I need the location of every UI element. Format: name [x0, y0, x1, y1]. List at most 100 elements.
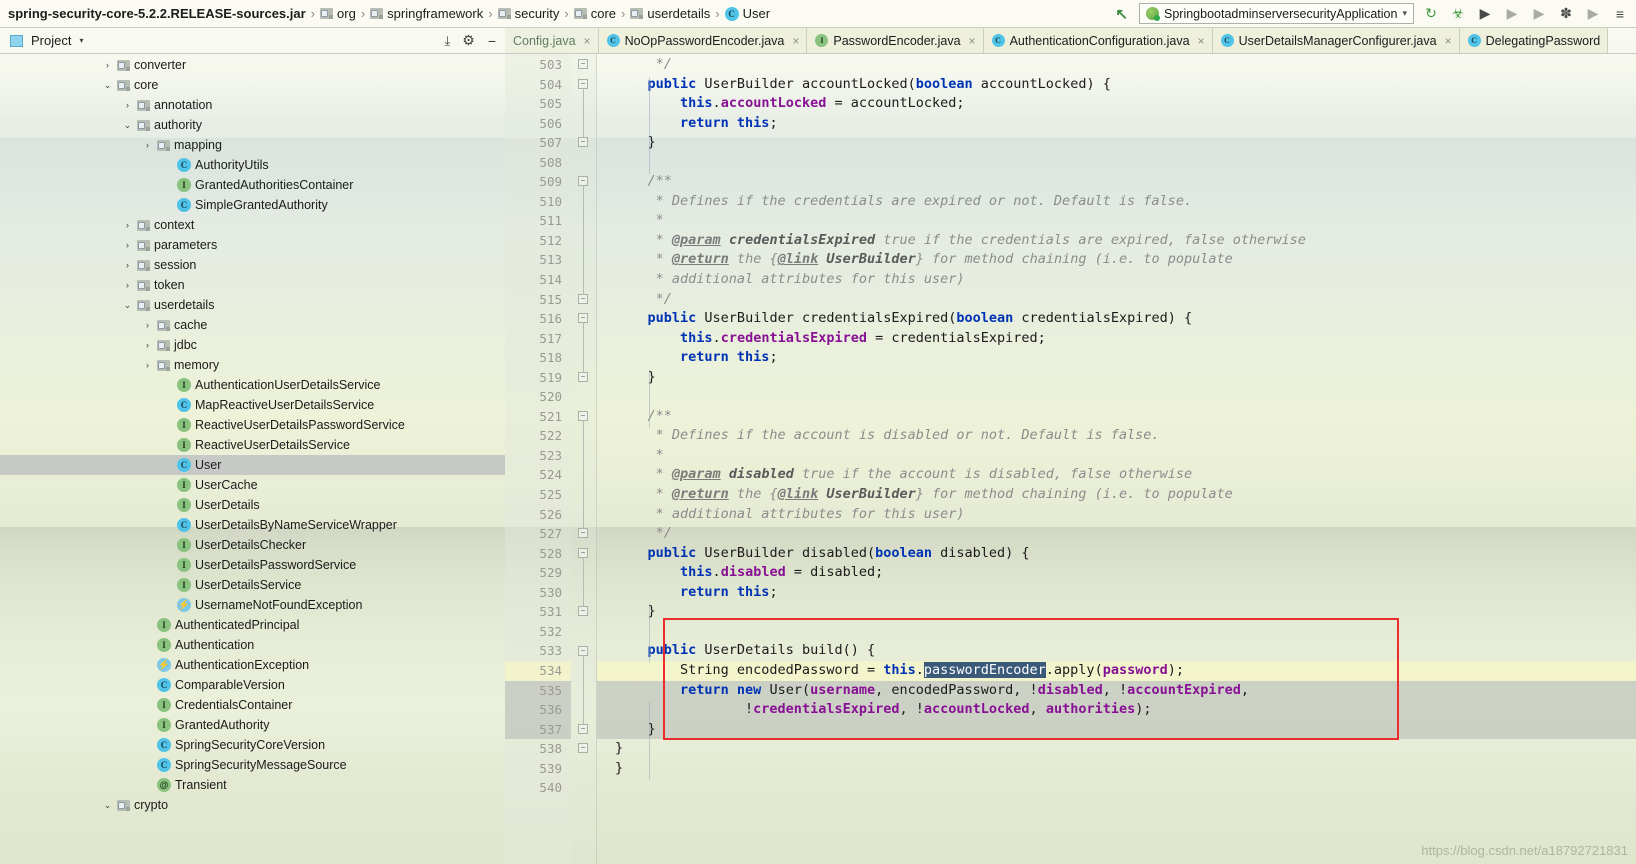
code-line[interactable]: !credentialsExpired, !accountLocked, aut…	[597, 700, 1636, 720]
tree-item[interactable]: ⌄ userdetails	[0, 295, 505, 315]
editor-tab-nooppasswordencoder[interactable]: C NoOpPasswordEncoder.java ×	[598, 28, 808, 53]
tree-item[interactable]: ⌄ authority	[0, 115, 505, 135]
code-line[interactable]: * additional attributes for this user)	[597, 505, 1636, 525]
chevron-right-icon[interactable]: ›	[142, 320, 153, 330]
run-configuration-selector[interactable]: SpringbootadminserversecurityApplication…	[1139, 3, 1414, 24]
breadcrumb-item-org[interactable]: org	[320, 6, 356, 21]
chevron-down-icon[interactable]: ⌄	[122, 120, 133, 131]
code-line[interactable]	[597, 778, 1636, 798]
fold-end-icon[interactable]: −	[578, 528, 588, 539]
tree-item[interactable]: ›⚡AuthenticationException	[0, 655, 505, 675]
code-line[interactable]: * Defines if the account is disabled or …	[597, 426, 1636, 446]
chevron-right-icon[interactable]: ›	[122, 260, 133, 270]
code-line[interactable]: this.accountLocked = accountLocked;	[597, 94, 1636, 114]
tree-item[interactable]: ›CSpringSecurityCoreVersion	[0, 735, 505, 755]
run-with-coverage-icon[interactable]: ▶	[1475, 4, 1495, 24]
code-line[interactable]: public UserDetails build() {	[597, 641, 1636, 661]
code-line[interactable]: }	[597, 739, 1636, 759]
chevron-down-icon[interactable]: ▾	[1402, 8, 1407, 19]
editor-tab-passwordencoder[interactable]: I PasswordEncoder.java ×	[807, 28, 984, 53]
code-line[interactable]: * @return the {@link UserBuilder} for me…	[597, 250, 1636, 270]
tree-item[interactable]: ⌄ crypto	[0, 795, 505, 815]
code-line[interactable]: }	[597, 759, 1636, 779]
fold-end-icon[interactable]: −	[578, 723, 588, 734]
tree-item[interactable]: › context	[0, 215, 505, 235]
editor-tab-authenticationconfiguration[interactable]: C AuthenticationConfiguration.java ×	[983, 28, 1213, 53]
fold-end-icon[interactable]: −	[578, 137, 588, 148]
tree-item[interactable]: ›IReactiveUserDetailsService	[0, 435, 505, 455]
tree-item[interactable]: › memory	[0, 355, 505, 375]
code-line[interactable]: * Defines if the credentials are expired…	[597, 192, 1636, 212]
tree-item[interactable]: ›IGrantedAuthority	[0, 715, 505, 735]
tree-item[interactable]: › jdbc	[0, 335, 505, 355]
code-line[interactable]: *	[597, 446, 1636, 466]
chevron-down-icon[interactable]: ⌄	[122, 300, 133, 311]
tree-item-selected[interactable]: ›CUser	[0, 455, 505, 475]
code-line[interactable]: * @param disabled true if the account is…	[597, 465, 1636, 485]
breadcrumb-item-user[interactable]: C User	[724, 6, 770, 21]
tree-item[interactable]: ›IUserDetailsService	[0, 575, 505, 595]
code-line[interactable]: this.credentialsExpired = credentialsExp…	[597, 329, 1636, 349]
code-line[interactable]: public UserBuilder disabled(boolean disa…	[597, 544, 1636, 564]
fold-end-icon[interactable]: −	[578, 59, 588, 69]
tree-item[interactable]: › parameters	[0, 235, 505, 255]
code-line[interactable]: */	[597, 524, 1636, 544]
debug-bug-icon[interactable]: ☣	[1448, 4, 1468, 24]
close-icon[interactable]: ×	[792, 34, 799, 48]
rerun-icon[interactable]: ↻	[1421, 4, 1441, 24]
code-line[interactable]: return this;	[597, 348, 1636, 368]
tree-item[interactable]: ›IUserDetailsChecker	[0, 535, 505, 555]
hide-panel-icon[interactable]: −	[488, 33, 496, 49]
chevron-down-icon[interactable]: ⌄	[102, 800, 113, 811]
tree-item[interactable]: ›⚡UsernameNotFoundException	[0, 595, 505, 615]
code-line[interactable]: this.disabled = disabled;	[597, 563, 1636, 583]
code-line[interactable]: public UserBuilder accountLocked(boolean…	[597, 75, 1636, 95]
more-options-icon[interactable]: ≡	[1610, 4, 1630, 24]
code-line[interactable]	[597, 387, 1636, 407]
source-code-area[interactable]: */ public UserBuilder accountLocked(bool…	[597, 54, 1636, 864]
close-icon[interactable]: ×	[969, 34, 976, 48]
code-line[interactable]: /**	[597, 172, 1636, 192]
code-line[interactable]: public UserBuilder credentialsExpired(bo…	[597, 309, 1636, 329]
tree-item[interactable]: ›ICredentialsContainer	[0, 695, 505, 715]
tree-item[interactable]: ›IGrantedAuthoritiesContainer	[0, 175, 505, 195]
code-line[interactable]	[597, 622, 1636, 642]
code-editor[interactable]: 503 504 505 506 507 508 509 510 511 512 513 514 515 5…	[505, 54, 1636, 864]
tree-item[interactable]: › converter	[0, 55, 505, 75]
breadcrumb-item-springframework[interactable]: springframework	[370, 6, 483, 21]
profile-icon[interactable]: ▶	[1502, 4, 1522, 24]
code-folding-gutter[interactable]: − − − − − − − − − − − − − −	[571, 54, 597, 864]
close-icon[interactable]: ×	[584, 34, 591, 48]
code-line[interactable]: *	[597, 211, 1636, 231]
tree-item[interactable]: › token	[0, 275, 505, 295]
tree-item[interactable]: ›CUserDetailsByNameServiceWrapper	[0, 515, 505, 535]
collapse-all-icon[interactable]: ⤓	[445, 34, 451, 47]
code-line[interactable]: }	[597, 719, 1636, 740]
code-line[interactable]: return new User(username, encodedPasswor…	[597, 680, 1636, 701]
gear-icon[interactable]: ⚙	[462, 32, 475, 49]
chevron-right-icon[interactable]: ›	[122, 280, 133, 290]
tree-item[interactable]: ›IUserDetails	[0, 495, 505, 515]
chevron-right-icon[interactable]: ›	[122, 220, 133, 230]
breadcrumb-item-userdetails[interactable]: userdetails	[630, 6, 710, 21]
fold-end-icon[interactable]: −	[578, 743, 588, 754]
code-line[interactable]: }	[597, 133, 1636, 153]
chevron-right-icon[interactable]: ›	[122, 100, 133, 110]
tree-item[interactable]: ›CComparableVersion	[0, 675, 505, 695]
fold-end-icon[interactable]: −	[578, 606, 588, 617]
code-line[interactable]: * @return the {@link UserBuilder} for me…	[597, 485, 1636, 505]
chevron-right-icon[interactable]: ›	[142, 340, 153, 350]
tree-item[interactable]: ›IUserCache	[0, 475, 505, 495]
chevron-down-icon[interactable]: ⌄	[102, 80, 113, 91]
code-line[interactable]: */	[597, 55, 1636, 75]
tree-item[interactable]: ›IUserDetailsPasswordService	[0, 555, 505, 575]
breadcrumb-item-security[interactable]: security	[497, 6, 559, 21]
tree-item[interactable]: ›CAuthorityUtils	[0, 155, 505, 175]
project-panel-title[interactable]: Project	[31, 33, 71, 48]
code-line[interactable]: * @param credentialsExpired true if the …	[597, 231, 1636, 251]
breadcrumb-jar[interactable]: spring-security-core-5.2.2.RELEASE-sourc…	[8, 6, 306, 21]
code-line[interactable]: */	[597, 290, 1636, 310]
tree-item[interactable]: ›CSimpleGrantedAuthority	[0, 195, 505, 215]
editor-tab-userdetailsmanagerconfigurer[interactable]: C UserDetailsManagerConfigurer.java ×	[1212, 28, 1460, 53]
code-line[interactable]: }	[597, 368, 1636, 388]
